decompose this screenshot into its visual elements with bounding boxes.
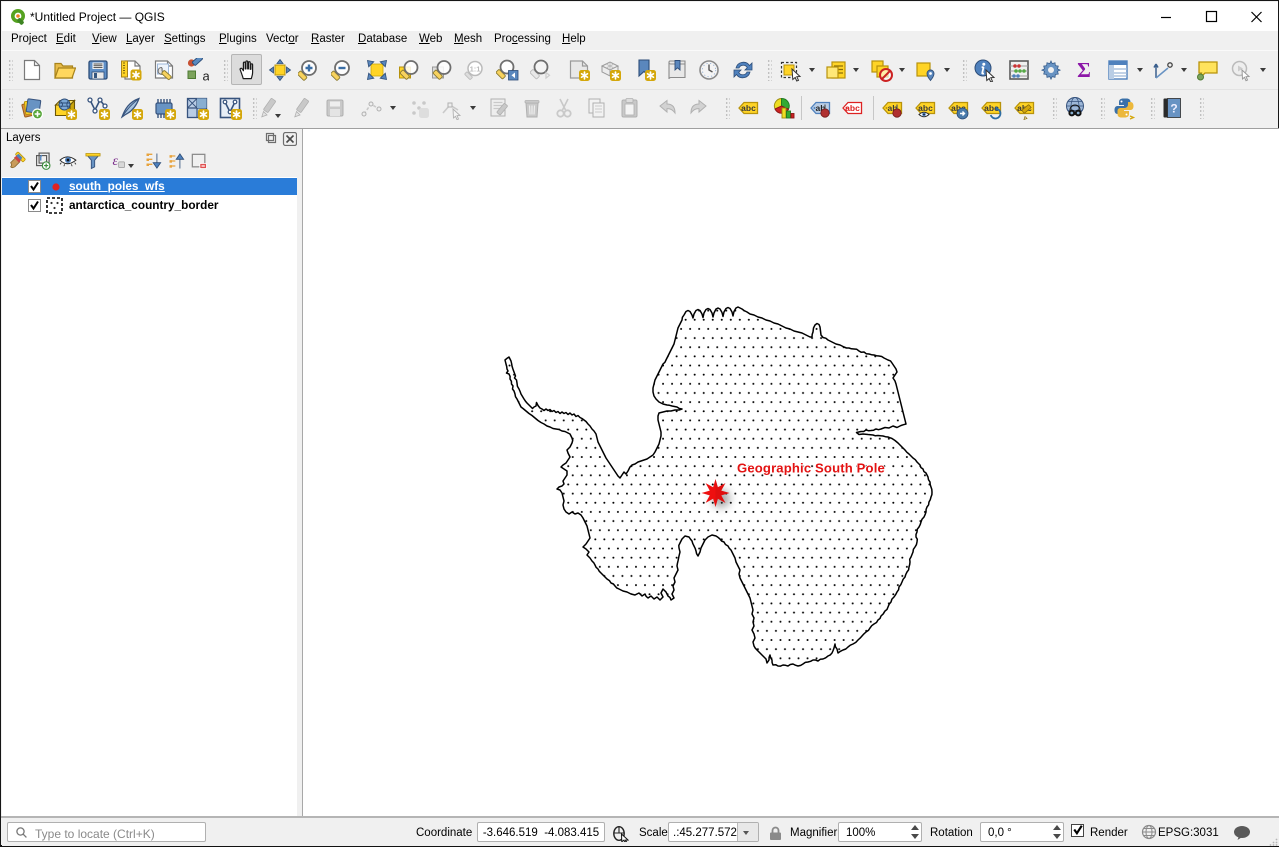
svg-text:ε: ε [113,153,119,169]
svg-text:abc: abc [918,103,933,113]
svg-text:a: a [203,68,210,82]
svg-text:abc: abc [845,103,860,113]
svg-text:1:1: 1:1 [470,64,481,73]
svg-text:?: ? [1170,102,1177,116]
svg-text:Σ: Σ [1077,58,1091,82]
svg-text:abc: abc [741,103,756,113]
svg-text:Geographic South Pole: Geographic South Pole [737,461,885,476]
